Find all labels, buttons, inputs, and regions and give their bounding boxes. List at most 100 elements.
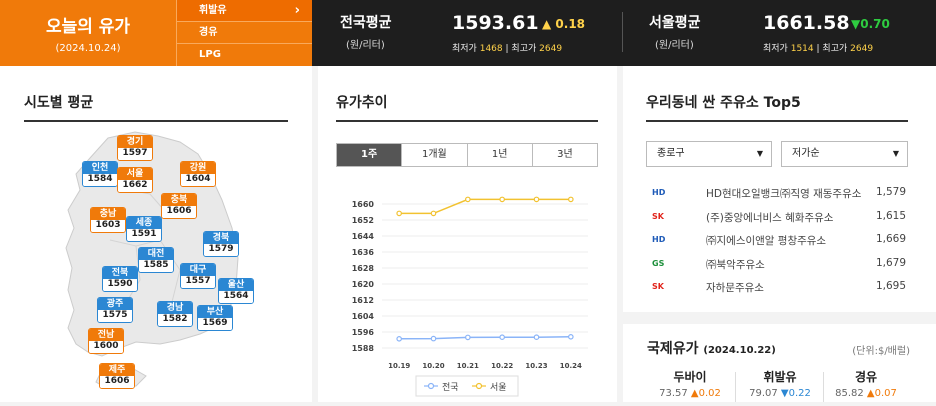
intl-item-name: 경유	[854, 370, 878, 384]
series-line	[399, 198, 571, 215]
intl-item-name: 두바이	[673, 370, 707, 384]
station-name: 자하문주유소	[706, 282, 764, 294]
intl-item-change: ▲0.07	[866, 388, 897, 399]
legend-marker	[475, 382, 483, 390]
min-value: 1514	[790, 44, 814, 54]
chart-svg: 1588 1596 1604 1612 1620 1628 1636 1644 1652 1660…	[352, 196, 588, 397]
region-marker-jeonbuk[interactable]: 전북 1590	[102, 266, 138, 292]
separator: |	[816, 44, 820, 54]
y-tick-label: 1652	[352, 216, 374, 225]
station-row[interactable]: HD ㈜지에스이앤알 평창주유소 1,669	[646, 230, 908, 252]
intl-item-price: 85.82	[835, 388, 864, 399]
max-value: 2649	[539, 44, 563, 54]
region-name: 강원	[181, 162, 215, 174]
region-marker-gyeonggi[interactable]: 경기 1597	[117, 135, 153, 161]
data-point	[499, 196, 505, 203]
station-row[interactable]: SK 자하문주유소 1,695	[646, 277, 908, 299]
region-marker-incheon[interactable]: 인천 1584	[82, 161, 118, 187]
region-marker-gwangju[interactable]: 광주 1575	[97, 297, 133, 323]
region-marker-chungbuk[interactable]: 충북 1606	[161, 193, 197, 219]
region-price: 1604	[181, 174, 215, 186]
station-price: 1,679	[875, 256, 906, 269]
region-marker-gyeongnam[interactable]: 경남 1582	[157, 301, 193, 327]
region-marker-daejeon[interactable]: 대전 1585	[138, 247, 174, 273]
international-date: (2024.10.22)	[703, 345, 776, 356]
national-average-label: 전국평균	[340, 15, 392, 31]
station-row[interactable]: HD HD현대오일뱅크㈜직영 재동주유소 1,579	[646, 183, 908, 205]
x-tick-label: 10.20	[422, 362, 444, 370]
seoul-unit: (원/리터)	[655, 40, 694, 51]
tab-1week[interactable]: 1주	[337, 144, 403, 166]
region-price: 1569	[198, 318, 232, 330]
sort-select-value: 저가순	[792, 148, 820, 159]
fuel-tab-gasoline[interactable]: 휘발유 ›	[177, 0, 312, 22]
region-marker-jeju[interactable]: 제주 1606	[99, 363, 135, 389]
region-marker-jeonnam[interactable]: 전남 1600	[88, 328, 124, 354]
brand-logo-icon: SK	[652, 211, 664, 221]
today-price-badge: 오늘의 유가 (2024.10.24)	[0, 0, 176, 66]
y-tick-label: 1644	[352, 232, 375, 241]
chevron-right-icon: ›	[294, 3, 300, 18]
tab-1year[interactable]: 1년	[467, 144, 533, 166]
region-name: 전북	[103, 267, 137, 279]
brand-logo-icon: HD	[652, 188, 666, 197]
station-name: ㈜북악주유소	[706, 258, 765, 271]
y-tick-label: 1660	[352, 200, 375, 209]
region-name: 전남	[89, 329, 123, 341]
station-row[interactable]: SK (주)중앙에너비스 혜화주유소 1,615	[646, 207, 908, 229]
region-price: 1600	[89, 341, 123, 353]
station-name: (주)중앙에너비스 혜화주유소	[706, 211, 834, 224]
intl-item-value: 85.82 ▲0.07	[823, 388, 909, 399]
region-name: 경기	[118, 136, 152, 148]
region-marker-seoul[interactable]: 서울 1662	[117, 167, 153, 193]
brand-logo-icon: HD	[652, 235, 666, 244]
region-name: 충남	[91, 208, 125, 220]
y-tick-label: 1628	[352, 264, 375, 273]
fuel-tab-lpg[interactable]: LPG	[177, 44, 312, 66]
tab-3year[interactable]: 3년	[532, 144, 597, 166]
region-marker-chungnam[interactable]: 충남 1603	[90, 207, 126, 233]
today-date: (2024.10.24)	[55, 43, 121, 54]
international-title-text: 국제유가	[647, 341, 699, 357]
min-label: 최저가	[763, 44, 788, 54]
legend-label: 전국	[442, 382, 459, 393]
region-marker-daegu[interactable]: 대구 1557	[180, 263, 216, 289]
min-value: 1468	[479, 44, 503, 54]
fuel-tab-label: LPG	[199, 49, 221, 60]
data-point	[568, 334, 574, 340]
region-marker-gyeongbuk[interactable]: 경북 1579	[203, 231, 239, 257]
intl-item-gasoline: 휘발유 79.07 ▼0.22	[737, 368, 823, 399]
region-marker-ulsan[interactable]: 울산 1564	[218, 278, 254, 304]
trend-title: 유가추이	[336, 95, 388, 111]
sort-select[interactable]: 저가순 ▼	[781, 141, 908, 167]
brand-logo-icon: GS	[652, 258, 665, 268]
region-marker-busan[interactable]: 부산 1569	[197, 305, 233, 331]
x-tick-label: 10.19	[388, 362, 410, 370]
international-oil-panel: 국제유가 (2024.10.22) (단위:$/배럴) 두바이 73.57 ▲0…	[623, 318, 936, 402]
y-tick-label: 1596	[352, 328, 375, 337]
region-price: 1606	[100, 376, 134, 388]
region-name: 울산	[219, 279, 253, 291]
y-tick-label: 1612	[352, 296, 374, 305]
fuel-tab-diesel[interactable]: 경유	[177, 22, 312, 44]
international-unit: (단위:$/배럴)	[852, 346, 910, 357]
station-row[interactable]: GS ㈜북악주유소 1,679	[646, 254, 908, 276]
station-price: 1,579	[875, 186, 906, 198]
region-price: 1591	[127, 229, 161, 241]
region-marker-gangwon[interactable]: 강원 1604	[180, 161, 216, 187]
title-underline	[24, 120, 288, 122]
region-price: 1584	[83, 174, 117, 186]
seoul-average-label: 서울평균	[649, 15, 701, 31]
district-select[interactable]: 종로구 ▼	[646, 141, 772, 167]
divider	[735, 372, 736, 402]
tab-1month[interactable]: 1개월	[402, 144, 468, 166]
data-point	[465, 334, 471, 341]
x-tick-label: 10.24	[560, 362, 582, 370]
intl-item-change: ▼0.22	[780, 388, 811, 399]
price-trend-chart: 1588 1596 1604 1612 1620 1628 1636 1644 1652 1660…	[336, 180, 598, 402]
separator: |	[505, 44, 509, 54]
fuel-type-tabs: 휘발유 › 경유 LPG	[176, 0, 312, 66]
region-marker-sejong[interactable]: 세종 1591	[126, 216, 162, 242]
region-name: 부산	[198, 306, 232, 318]
data-point	[499, 334, 505, 341]
